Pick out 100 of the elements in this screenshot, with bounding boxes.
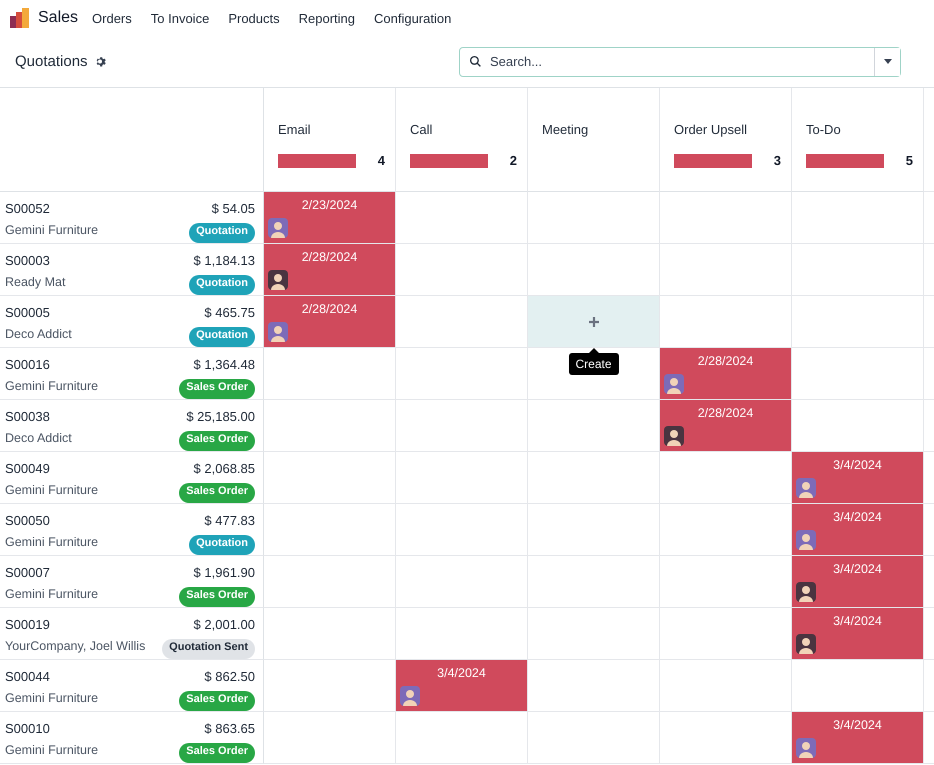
schedule-cell[interactable] — [264, 608, 396, 660]
search-icon — [469, 55, 482, 68]
settings-icon[interactable] — [94, 56, 107, 68]
schedule-cell[interactable] — [528, 400, 660, 452]
status-tag: Quotation — [189, 223, 255, 243]
order-amount: $ 2,001.00 — [194, 617, 255, 634]
order-amount: $ 465.75 — [204, 305, 255, 322]
customer-name: Gemini Furniture — [5, 691, 100, 707]
activity-card[interactable]: 3/4/2024 — [792, 504, 923, 555]
caret-icon — [884, 59, 892, 64]
activity-card[interactable]: 2/23/2024 — [264, 192, 395, 243]
schedule-cell[interactable] — [660, 608, 792, 660]
schedule-cell[interactable] — [660, 504, 792, 556]
activity-date: 2/28/2024 — [696, 354, 754, 368]
activity-card[interactable]: 3/4/2024 — [792, 452, 923, 503]
customer-name: Gemini Furniture — [5, 743, 100, 759]
app-name[interactable]: Sales — [38, 9, 78, 27]
schedule-cell[interactable] — [792, 296, 924, 348]
activity-date: 2/23/2024 — [300, 198, 358, 212]
activity-card[interactable]: 2/28/2024 — [660, 348, 791, 399]
status-tag: Quotation — [189, 275, 255, 295]
order-reference: S00019 — [5, 617, 51, 634]
schedule-cell[interactable] — [396, 712, 528, 764]
schedule-cell[interactable] — [660, 296, 792, 348]
activity-card[interactable]: 3/4/2024 — [396, 660, 527, 711]
schedule-cell[interactable] — [528, 504, 660, 556]
schedule-cell[interactable] — [528, 712, 660, 764]
schedule-cell[interactable] — [396, 400, 528, 452]
menu-item[interactable]: Orders — [92, 10, 132, 26]
schedule-cell[interactable] — [792, 400, 924, 452]
schedule-cell[interactable] — [792, 660, 924, 712]
activity-count: 3 — [774, 153, 781, 168]
activity-card[interactable]: 3/4/2024 — [792, 556, 923, 607]
status-tag: Sales Order — [179, 691, 255, 711]
order-reference: S00044 — [5, 669, 51, 686]
activity-date: 3/4/2024 — [832, 562, 883, 576]
schedule-cell[interactable] — [396, 244, 528, 296]
schedule-cell[interactable] — [264, 712, 396, 764]
schedule-cell[interactable] — [264, 400, 396, 452]
schedule-cell[interactable] — [396, 608, 528, 660]
schedule-cell[interactable] — [396, 452, 528, 504]
order-reference: S00050 — [5, 513, 51, 530]
activity-date: 3/4/2024 — [832, 718, 883, 732]
order-amount: $ 863.65 — [204, 721, 255, 738]
dropdown-toggle[interactable] — [874, 48, 900, 76]
schedule-cell[interactable] — [660, 192, 792, 244]
schedule-cell[interactable] — [396, 504, 528, 556]
activity-date: 3/4/2024 — [832, 458, 883, 472]
schedule-cell[interactable] — [264, 452, 396, 504]
order-amount: $ 1,184.13 — [194, 253, 255, 270]
customer-name: Ready Mat — [5, 275, 66, 291]
schedule-cell[interactable] — [528, 192, 660, 244]
schedule-cell[interactable] — [264, 348, 396, 400]
customer-name: Gemini Furniture — [5, 379, 100, 395]
order-amount: $ 862.50 — [204, 669, 255, 686]
status-tag: Sales Order — [179, 587, 255, 607]
order-reference: S00049 — [5, 461, 51, 478]
menu-item[interactable]: Configuration — [374, 10, 452, 26]
order-amount: $ 54.05 — [212, 201, 255, 218]
menu-item[interactable]: Reporting — [298, 10, 355, 26]
schedule-cell[interactable] — [660, 712, 792, 764]
schedule-cell[interactable] — [264, 660, 396, 712]
order-reference: S00052 — [5, 201, 51, 218]
column-header: Call — [410, 122, 432, 137]
status-tag: Quotation Sent — [162, 639, 255, 659]
schedule-cell[interactable] — [528, 452, 660, 504]
schedule-cell[interactable] — [264, 504, 396, 556]
schedule-cell[interactable] — [528, 244, 660, 296]
schedule-cell[interactable] — [396, 348, 528, 400]
order-reference: S00016 — [5, 357, 51, 374]
schedule-cell[interactable] — [660, 556, 792, 608]
activity-card[interactable]: 2/28/2024 — [660, 400, 791, 451]
activity-card[interactable]: 3/4/2024 — [792, 712, 923, 763]
column-header: Meeting — [542, 122, 588, 137]
activity-card[interactable]: 3/4/2024 — [792, 608, 923, 659]
search-field[interactable]: Search... — [488, 48, 874, 76]
activity-date: 2/28/2024 — [300, 250, 358, 264]
schedule-cell[interactable] — [660, 660, 792, 712]
search-bar[interactable]: Search... — [459, 46, 901, 76]
menu-item[interactable]: To Invoice — [150, 10, 210, 26]
schedule-cell[interactable] — [528, 556, 660, 608]
schedule-cell[interactable] — [528, 660, 660, 712]
schedule-cell[interactable] — [528, 608, 660, 660]
schedule-cell[interactable] — [792, 244, 924, 296]
order-reference: S00003 — [5, 253, 51, 270]
status-tag: Sales Order — [179, 431, 255, 451]
schedule-cell[interactable] — [264, 556, 396, 608]
customer-name: Deco Addict — [5, 431, 73, 447]
schedule-cell[interactable] — [792, 348, 924, 400]
schedule-cell[interactable] — [396, 556, 528, 608]
schedule-cell[interactable] — [792, 192, 924, 244]
schedule-cell[interactable] — [660, 452, 792, 504]
schedule-cell[interactable] — [396, 192, 528, 244]
activity-card[interactable]: 2/28/2024 — [264, 244, 395, 295]
schedule-cell[interactable] — [660, 244, 792, 296]
activity-card[interactable]: 2/28/2024 — [264, 296, 395, 347]
schedule-cell[interactable] — [396, 296, 528, 348]
plus-icon — [588, 316, 598, 326]
status-tag: Sales Order — [179, 379, 255, 399]
menu-item[interactable]: Products — [228, 10, 280, 26]
